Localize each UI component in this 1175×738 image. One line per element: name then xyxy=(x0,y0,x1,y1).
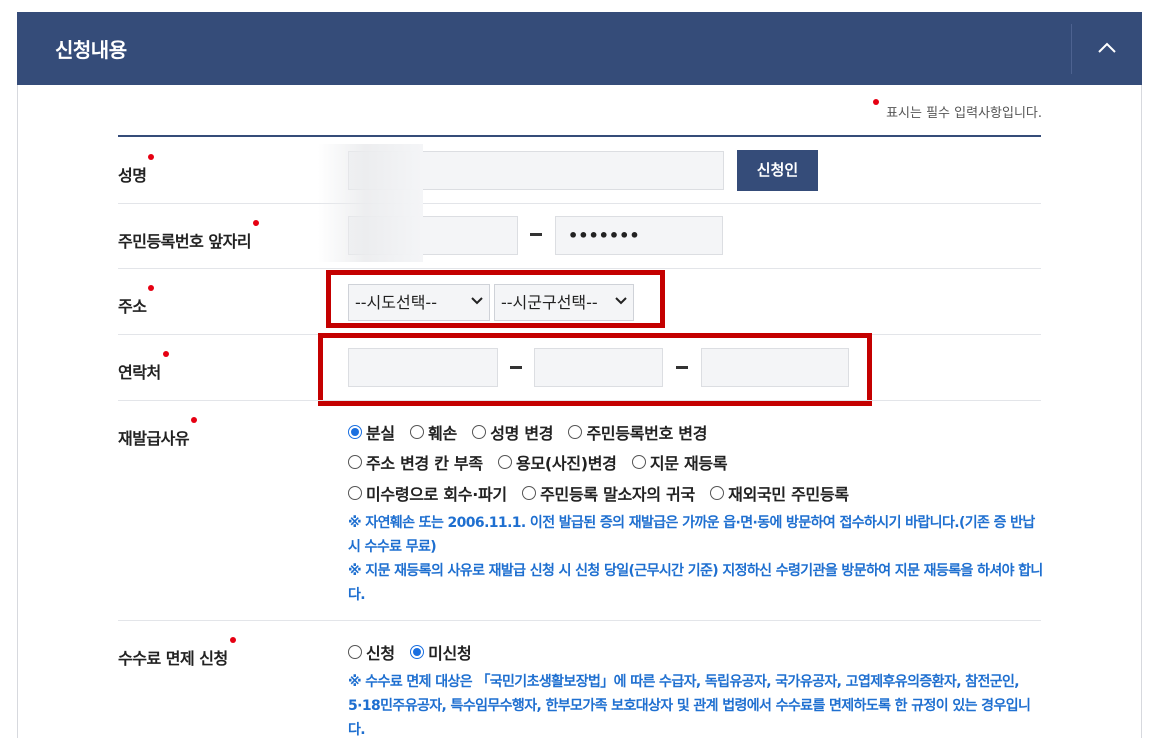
required-note-text: 표시는 필수 입력사항입니다. xyxy=(886,106,1042,121)
radio-circle xyxy=(348,645,362,659)
radio-circle xyxy=(631,455,646,469)
radio-label: 주민등록 말소자의 귀국 xyxy=(540,485,695,504)
required-dot xyxy=(229,637,236,643)
address-highlight-box xyxy=(326,270,665,328)
address-label-text: 주소 xyxy=(118,297,147,316)
address-label: 주소 xyxy=(118,285,155,317)
reason-radio-overseas[interactable]: 재외국민 주민등록 xyxy=(710,481,849,505)
form-top-border xyxy=(118,135,1041,137)
radio-circle xyxy=(348,455,362,469)
redaction-blur xyxy=(318,144,423,262)
reason-label: 재발급사유 xyxy=(118,417,198,449)
radio-label: 주소 변경 칸 부족 xyxy=(366,454,483,473)
reason-options-line-1: 분실 훼손 성명 변경 주민등록번호 변경 xyxy=(348,420,717,444)
radio-circle xyxy=(410,645,425,659)
radio-circle xyxy=(348,425,362,439)
reason-radio-name-change[interactable]: 성명 변경 xyxy=(472,420,554,444)
rrn-back-input[interactable]: ••••••• xyxy=(555,216,723,255)
fee-radio-apply[interactable]: 신청 xyxy=(348,640,395,664)
collapse-button[interactable] xyxy=(1073,12,1142,85)
radio-circle xyxy=(348,486,362,500)
name-label-text: 성명 xyxy=(118,166,147,185)
rrn-label-text: 주민등록번호 앞자리 xyxy=(118,232,252,251)
radio-circle xyxy=(710,486,725,500)
reason-radio-return[interactable]: 주민등록 말소자의 귀국 xyxy=(522,481,695,505)
radio-label: 미수령으로 회수·파기 xyxy=(366,485,507,504)
required-note: 표시는 필수 입력사항입니다. xyxy=(873,99,1042,121)
reason-radio-unclaimed[interactable]: 미수령으로 회수·파기 xyxy=(348,481,507,505)
fee-options: 신청 미신청 xyxy=(348,640,481,664)
fee-radio-not-apply[interactable]: 미신청 xyxy=(410,640,472,664)
radio-circle xyxy=(498,455,513,469)
radio-label: 미신청 xyxy=(428,644,472,663)
chevron-up-icon xyxy=(1098,42,1116,53)
reason-note-1: ※ 자연훼손 또는 2006.11.1. 이전 발급된 증의 재발급은 가까운 … xyxy=(348,515,1035,555)
row-divider xyxy=(118,268,1041,269)
row-divider xyxy=(118,620,1041,621)
radio-circle xyxy=(522,486,537,500)
rrn-label: 주민등록번호 앞자리 xyxy=(118,220,260,252)
reason-label-text: 재발급사유 xyxy=(118,429,190,448)
radio-circle xyxy=(410,425,425,439)
radio-label: 재외국민 주민등록 xyxy=(728,485,849,504)
reason-options-line-2: 주소 변경 칸 부족 용모(사진)변경 지문 재등록 xyxy=(348,450,737,474)
phone-label: 연락처 xyxy=(118,351,169,383)
reason-options-line-3: 미수령으로 회수·파기 주민등록 말소자의 귀국 재외국민 주민등록 xyxy=(348,481,859,505)
rrn-dash xyxy=(530,233,542,236)
radio-label: 분실 xyxy=(366,424,395,443)
radio-circle xyxy=(568,425,583,439)
applicant-button[interactable]: 신청인 xyxy=(737,150,818,191)
radio-label: 주민등록번호 변경 xyxy=(586,424,708,443)
row-divider xyxy=(118,203,1041,204)
name-label: 성명 xyxy=(118,154,155,186)
reason-radio-photo-change[interactable]: 용모(사진)변경 xyxy=(498,450,617,474)
fee-label: 수수료 면제 신청 xyxy=(118,637,236,669)
radio-label: 지문 재등록 xyxy=(649,454,728,473)
fee-note: ※ 수수료 면제 대상은 「국민기초생활보장법」에 따른 수급자, 독립유공자,… xyxy=(348,674,1031,738)
required-dot xyxy=(162,351,169,357)
reason-note-2: ※ 지문 재등록의 사유로 재발급 신청 시 신청 당일(근무시간 기준) 지정… xyxy=(348,563,1043,603)
phone-label-text: 연락처 xyxy=(118,363,161,382)
reason-radio-damaged[interactable]: 훼손 xyxy=(410,420,457,444)
reason-radio-lost[interactable]: 분실 xyxy=(348,420,395,444)
radio-label: 훼손 xyxy=(428,424,457,443)
row-divider xyxy=(118,400,1041,401)
fee-label-text: 수수료 면제 신청 xyxy=(118,649,228,668)
phone-highlight-box xyxy=(318,333,872,406)
radio-label: 용모(사진)변경 xyxy=(516,454,617,473)
panel-title: 신청내용 xyxy=(55,38,127,62)
header-divider xyxy=(1071,24,1072,74)
panel-header: 신청내용 xyxy=(17,12,1142,85)
radio-label: 신청 xyxy=(366,644,395,663)
reason-radio-fingerprint[interactable]: 지문 재등록 xyxy=(631,450,728,474)
reason-radio-rrn-change[interactable]: 주민등록번호 변경 xyxy=(568,420,707,444)
radio-circle xyxy=(472,425,487,439)
reason-radio-address-space[interactable]: 주소 변경 칸 부족 xyxy=(348,450,483,474)
radio-label: 성명 변경 xyxy=(490,424,554,443)
